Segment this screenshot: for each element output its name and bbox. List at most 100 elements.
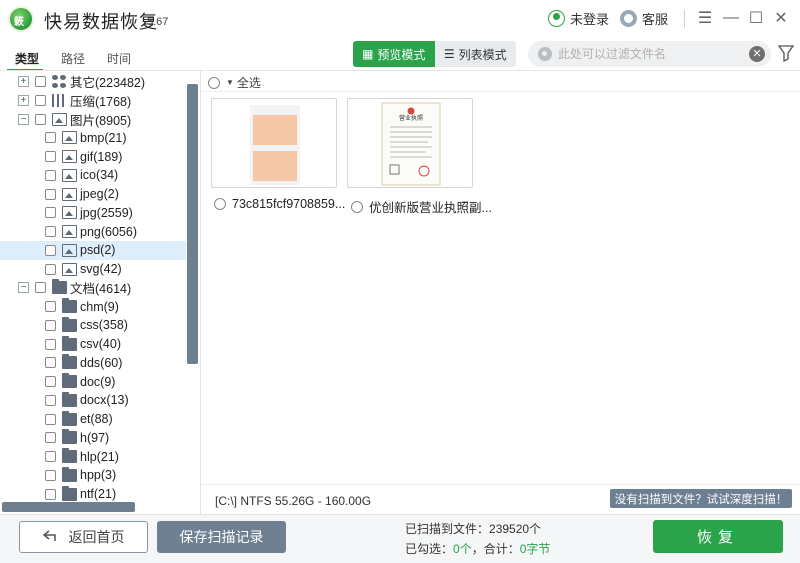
- tree-item[interactable]: + 其它(223482): [0, 72, 186, 91]
- tree-item-checkbox[interactable]: [45, 226, 56, 237]
- tree-item-checkbox[interactable]: [45, 357, 56, 369]
- tree-item-label: css(358): [80, 318, 128, 333]
- tree-item[interactable]: psd(2): [0, 240, 186, 260]
- tree-item-checkbox[interactable]: [45, 169, 56, 181]
- file-checkbox[interactable]: [214, 198, 226, 210]
- tree-item-checkbox[interactable]: [35, 113, 46, 125]
- toolbar-divider: [0, 70, 800, 71]
- file-caption[interactable]: 优创新版营业执照副...: [351, 197, 492, 216]
- clear-icon[interactable]: ✕: [749, 46, 765, 62]
- tree-item[interactable]: svg(42): [0, 260, 186, 279]
- tree-item[interactable]: docx(13): [0, 391, 186, 410]
- preview-mode-button[interactable]: ▦ 预览模式: [353, 41, 435, 67]
- select-all-checkbox[interactable]: [208, 76, 220, 89]
- login-button[interactable]: 未登录: [548, 9, 609, 28]
- tree-item-checkbox[interactable]: [45, 263, 56, 275]
- minimize-icon[interactable]: —: [720, 7, 742, 29]
- tree-item[interactable]: bmp(21): [0, 128, 186, 147]
- tree-item-checkbox[interactable]: [45, 301, 56, 312]
- tree-item-checkbox[interactable]: [45, 432, 56, 444]
- tree-item-checkbox[interactable]: [45, 132, 56, 144]
- recover-button[interactable]: 恢复: [653, 520, 783, 553]
- image-icon: [62, 187, 77, 201]
- filename-filter-input[interactable]: [558, 45, 738, 63]
- customer-service-button[interactable]: 客服: [620, 9, 668, 28]
- folder-icon: [62, 298, 77, 313]
- tree-item[interactable]: hlp(21): [0, 447, 186, 466]
- back-home-button[interactable]: 返回首页: [19, 521, 148, 553]
- grid-icon: ▦: [362, 47, 374, 61]
- folder-icon: [62, 410, 77, 426]
- folder-icon: [62, 316, 77, 332]
- expand-icon[interactable]: +: [18, 76, 29, 87]
- tree-item[interactable]: doc(9): [0, 372, 186, 391]
- archive-icon: [52, 93, 67, 107]
- select-all[interactable]: ▼ 全选: [208, 74, 261, 91]
- tree-item[interactable]: hpp(3): [0, 466, 186, 485]
- maximize-icon[interactable]: ☐: [745, 7, 767, 29]
- tree-item[interactable]: ico(34): [0, 166, 186, 185]
- tree-item[interactable]: h(97): [0, 428, 186, 447]
- tree-item-checkbox[interactable]: [45, 207, 56, 219]
- save-scan-record-button[interactable]: 保存扫描记录: [157, 521, 286, 553]
- tree-item[interactable]: dds(60): [0, 353, 186, 372]
- tree-item[interactable]: csv(40): [0, 335, 186, 354]
- sidebar-divider: [200, 70, 201, 514]
- view-mode-switch: ▦ 预览模式 ☰ 列表模式: [353, 41, 516, 67]
- tree-item-checkbox[interactable]: [35, 282, 46, 294]
- tree-item[interactable]: jpg(2559): [0, 203, 186, 222]
- tree-item[interactable]: + 压缩(1768): [0, 91, 186, 110]
- user-icon: [548, 10, 565, 27]
- file-caption[interactable]: 73c815fcf9708859...: [214, 197, 345, 211]
- tree-item-checkbox[interactable]: [35, 76, 46, 87]
- tab-time[interactable]: 时间: [107, 50, 131, 67]
- close-icon[interactable]: ✕: [770, 7, 792, 29]
- tree-item-checkbox[interactable]: [45, 451, 56, 462]
- select-all-label: 全选: [236, 76, 261, 90]
- tree-item-checkbox[interactable]: [45, 188, 56, 200]
- file-name: 73c815fcf9708859...: [232, 197, 346, 211]
- image-icon: [62, 168, 77, 182]
- tree-item[interactable]: gif(189): [0, 147, 186, 166]
- expand-icon[interactable]: +: [18, 94, 29, 106]
- tree-item-checkbox[interactable]: [45, 319, 56, 331]
- caret-down-icon[interactable]: ▼: [226, 78, 234, 87]
- file-thumbnail[interactable]: [211, 98, 337, 188]
- tree-item-checkbox[interactable]: [35, 94, 46, 106]
- tab-path[interactable]: 路径: [61, 50, 85, 67]
- tree-item-checkbox[interactable]: [45, 488, 56, 500]
- filter-icon[interactable]: [777, 44, 795, 63]
- tab-type[interactable]: 类型: [15, 50, 39, 67]
- tree-item-label: png(6056): [80, 224, 137, 239]
- tree-item[interactable]: jpeg(2): [0, 185, 186, 204]
- deep-scan-button[interactable]: 没有扫描到文件？试试深度扫描！: [610, 489, 792, 508]
- tree-vertical-scrollbar[interactable]: [187, 84, 198, 364]
- collapse-icon[interactable]: −: [18, 282, 29, 294]
- tree-item-checkbox[interactable]: [45, 394, 56, 406]
- collapse-icon[interactable]: −: [18, 113, 29, 125]
- tree-item-checkbox[interactable]: [45, 244, 56, 256]
- tree-item[interactable]: et(88): [0, 410, 186, 429]
- tree-item[interactable]: chm(9): [0, 297, 186, 316]
- scanned-count-line: 已扫描到文件：239520个: [405, 519, 555, 539]
- list-icon: ☰: [443, 47, 455, 61]
- tree-item[interactable]: css(358): [0, 316, 186, 335]
- tree-item-checkbox[interactable]: [45, 151, 56, 162]
- tree-item-checkbox[interactable]: [45, 338, 56, 350]
- menu-icon[interactable]: ☰: [694, 7, 716, 29]
- headset-icon: [620, 10, 637, 27]
- tree-horizontal-scrollbar[interactable]: [2, 502, 135, 512]
- preview-mode-label: 预览模式: [377, 47, 426, 62]
- tree-item[interactable]: − 图片(8905): [0, 110, 186, 129]
- file-thumbnail[interactable]: 营业执照: [347, 98, 473, 188]
- service-label: 客服: [642, 12, 669, 27]
- tree-item-checkbox[interactable]: [45, 469, 56, 481]
- tree-item-checkbox[interactable]: [45, 413, 56, 425]
- tree-item[interactable]: − 文档(4614): [0, 278, 186, 297]
- file-checkbox[interactable]: [351, 200, 363, 213]
- tree-item[interactable]: png(6056): [0, 222, 186, 241]
- tree-item[interactable]: ntf(21): [0, 485, 186, 504]
- tree-item-checkbox[interactable]: [45, 376, 56, 387]
- tree-item-label: hpp(3): [80, 468, 117, 483]
- list-mode-button[interactable]: ☰ 列表模式: [434, 41, 516, 67]
